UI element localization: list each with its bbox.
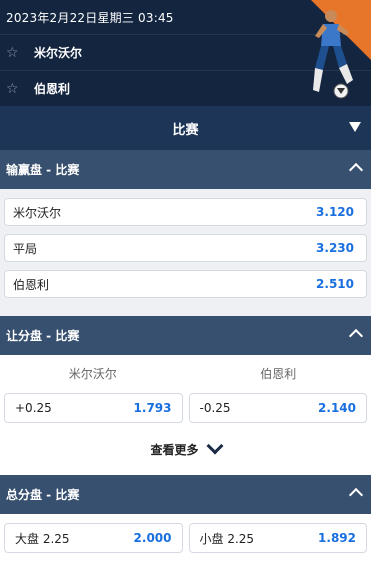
- betting-page: 2023年2月22日星期三 03:45 ☆ 米尔沃尔 ☆ 伯恩利 比赛 输赢盘 …: [0, 0, 371, 568]
- chevron-up-icon[interactable]: [348, 328, 364, 344]
- totals-line: 小盘 2.25: [199, 531, 255, 546]
- handicap-away-label: 伯恩利: [260, 366, 297, 381]
- totals-title: 总分盘 - 比赛: [6, 488, 80, 502]
- moneyline-option-home[interactable]: 米尔沃尔 3.120: [4, 198, 367, 226]
- see-more-label: 查看更多: [150, 442, 199, 457]
- totals-odds: 2.000: [133, 531, 172, 545]
- moneyline-option-draw[interactable]: 平局 3.230: [4, 234, 367, 262]
- totals-body: 大盘 2.25 2.000 小盘 2.25 1.892: [0, 514, 371, 557]
- team-name-away: 伯恩利: [34, 82, 71, 96]
- option-label: 伯恩利: [13, 277, 50, 292]
- totals-row: 大盘 2.25 2.000 小盘 2.25 1.892: [4, 523, 367, 553]
- option-label: 米尔沃尔: [13, 205, 62, 220]
- handicap-option-home[interactable]: +0.25 1.793: [4, 393, 183, 423]
- handicap-odds: 1.793: [133, 401, 172, 415]
- handicap-home-label: 米尔沃尔: [68, 366, 117, 381]
- match-header: 2023年2月22日星期三 03:45 ☆ 米尔沃尔 ☆ 伯恩利: [0, 0, 371, 106]
- handicap-line: -0.25: [199, 401, 231, 415]
- soccer-player-icon: [313, 10, 353, 99]
- handicap-title: 让分盘 - 比赛: [6, 329, 80, 343]
- chevron-down-icon: [206, 437, 223, 455]
- option-label: 平局: [13, 241, 38, 256]
- option-odds: 3.120: [316, 205, 354, 219]
- team-name-home: 米尔沃尔: [34, 46, 83, 60]
- totals-odds: 1.892: [318, 531, 356, 545]
- handicap-header[interactable]: 让分盘 - 比赛: [0, 316, 371, 355]
- handicap-column-labels: 米尔沃尔 伯恩利: [0, 359, 371, 387]
- handicap-line: +0.25: [15, 401, 52, 415]
- totals-line: 大盘 2.25: [15, 531, 70, 546]
- dropdown-triangle-icon[interactable]: [349, 122, 361, 132]
- handicap-row: +0.25 1.793 -0.25 2.140: [4, 393, 367, 423]
- handicap-option-away[interactable]: -0.25 2.140: [188, 393, 367, 423]
- moneyline-title: 输赢盘 - 比赛: [6, 163, 80, 177]
- moneyline-header[interactable]: 输赢盘 - 比赛: [0, 150, 371, 189]
- favorite-star-icon[interactable]: ☆: [6, 46, 20, 60]
- see-more-button[interactable]: 查看更多: [4, 427, 367, 471]
- totals-option-over[interactable]: 大盘 2.25 2.000: [4, 523, 183, 553]
- match-bar-title: 比赛: [172, 122, 199, 138]
- totals-option-under[interactable]: 小盘 2.25 1.892: [188, 523, 367, 553]
- option-odds: 2.510: [316, 277, 354, 291]
- match-tab-bar[interactable]: 比赛: [0, 106, 371, 150]
- handicap-body: 米尔沃尔 伯恩利 +0.25 1.793 -0.25 2.140 查看更多: [0, 355, 371, 475]
- moneyline-option-away[interactable]: 伯恩利 2.510: [4, 270, 367, 298]
- handicap-odds: 2.140: [318, 401, 356, 415]
- option-odds: 3.230: [316, 241, 354, 255]
- chevron-up-icon[interactable]: [348, 487, 364, 503]
- favorite-star-icon[interactable]: ☆: [6, 82, 20, 96]
- totals-header[interactable]: 总分盘 - 比赛: [0, 475, 371, 514]
- moneyline-body: 米尔沃尔 3.120 平局 3.230 伯恩利 2.510: [0, 189, 371, 316]
- chevron-up-icon[interactable]: [348, 162, 364, 178]
